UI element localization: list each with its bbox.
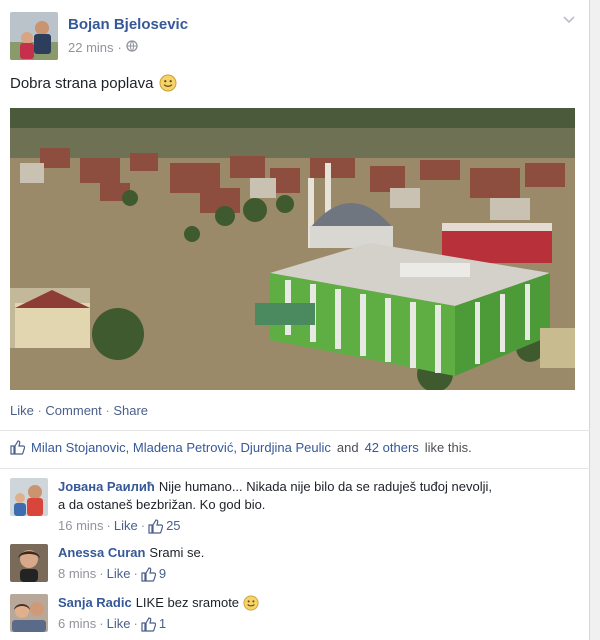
- smiley-icon: [243, 595, 259, 611]
- comment-like-link[interactable]: Like: [114, 517, 138, 535]
- post-actions: Like · Comment · Share: [10, 403, 148, 418]
- likes-suffix: like this.: [424, 440, 472, 455]
- thumbs-up-icon: [141, 616, 157, 632]
- commenter-avatar[interactable]: [10, 544, 48, 582]
- post-header: Bojan Bjelosevic 22 mins ·: [10, 12, 580, 62]
- comment-meta: 6 mins · Like · 1: [58, 615, 578, 633]
- comment-timestamp[interactable]: 8 mins: [58, 565, 96, 583]
- divider: [0, 468, 590, 469]
- meta-separator: ·: [140, 518, 146, 533]
- likes-summary: Milan Stojanovic, Mladena Petrović, Djur…: [10, 440, 472, 455]
- comment-like-count[interactable]: 9: [159, 565, 166, 583]
- divider: [0, 430, 590, 431]
- post-text: Dobra strana poplava: [10, 74, 177, 92]
- comment-body: Јована Раилић Nije humano... Nikada nije …: [58, 478, 578, 535]
- comment-like-count[interactable]: 1: [159, 615, 166, 633]
- likes-others[interactable]: 42 others: [365, 440, 419, 455]
- globe-icon: [126, 40, 138, 55]
- post-timestamp[interactable]: 22 mins: [68, 40, 114, 55]
- likes-names[interactable]: Milan Stojanovic, Mladena Petrović, Djur…: [31, 440, 331, 455]
- action-separator: ·: [101, 403, 114, 418]
- comment-like-link[interactable]: Like: [107, 615, 131, 633]
- scrollbar[interactable]: [590, 0, 600, 640]
- post-photo[interactable]: [10, 108, 575, 390]
- smiley-icon: [159, 74, 177, 92]
- meta-separator: ·: [99, 616, 104, 631]
- comment-timestamp[interactable]: 6 mins: [58, 615, 96, 633]
- meta-separator: ·: [133, 616, 138, 631]
- comment-item: Anessa Curan Srami se. 8 mins · Like · 9: [10, 544, 580, 584]
- meta-separator: ·: [106, 518, 111, 533]
- comment-like-count[interactable]: 25: [166, 517, 180, 535]
- comment-body: Anessa Curan Srami se. 8 mins · Like · 9: [58, 544, 578, 583]
- comment-item: Sanja Radic LIKE bez sramote 6 mins · Lik…: [10, 594, 580, 634]
- post-card: Bojan Bjelosevic 22 mins · Dobra strana …: [0, 0, 590, 640]
- meta-separator: ·: [99, 566, 104, 581]
- share-link[interactable]: Share: [113, 403, 148, 418]
- chevron-down-icon[interactable]: [562, 12, 576, 26]
- comment-like-link[interactable]: Like: [107, 565, 131, 583]
- comment-text: Srami se.: [149, 545, 205, 560]
- comment-text-line2: a da ostaneš bezbrižan. Ko god bio.: [58, 497, 266, 512]
- comment-author[interactable]: Јована Раилић: [58, 479, 155, 494]
- author-avatar[interactable]: [10, 12, 58, 60]
- comment-text: Nije humano... Nikada nije bilo da se ra…: [158, 479, 492, 494]
- commenter-avatar[interactable]: [10, 594, 48, 632]
- comment-item: Јована Раилић Nije humano... Nikada nije …: [10, 478, 580, 536]
- comment-meta: 8 mins · Like · 9: [58, 565, 578, 583]
- comment-author[interactable]: Anessa Curan: [58, 545, 145, 560]
- comment-link[interactable]: Comment: [45, 403, 101, 418]
- comment-meta: 16 mins · Like · 25: [58, 517, 578, 535]
- action-separator: ·: [33, 403, 46, 418]
- comment-body: Sanja Radic LIKE bez sramote 6 mins · Lik…: [58, 594, 578, 633]
- commenter-avatar[interactable]: [10, 478, 48, 516]
- like-link[interactable]: Like: [10, 403, 34, 418]
- thumbs-up-icon: [141, 566, 157, 582]
- post-text-content: Dobra strana poplava: [10, 74, 154, 92]
- thumbs-up-icon: [10, 440, 26, 455]
- comment-timestamp[interactable]: 16 mins: [58, 517, 104, 535]
- comment-text: LIKE bez sramote: [135, 595, 240, 610]
- meta-separator: ·: [117, 40, 122, 55]
- likes-connector: and: [336, 440, 359, 455]
- comment-author[interactable]: Sanja Radic: [58, 594, 132, 612]
- thumbs-up-icon: [148, 518, 164, 534]
- post-author-name[interactable]: Bojan Bjelosevic: [68, 16, 188, 33]
- meta-separator: ·: [133, 566, 138, 581]
- post-meta: 22 mins ·: [68, 40, 138, 55]
